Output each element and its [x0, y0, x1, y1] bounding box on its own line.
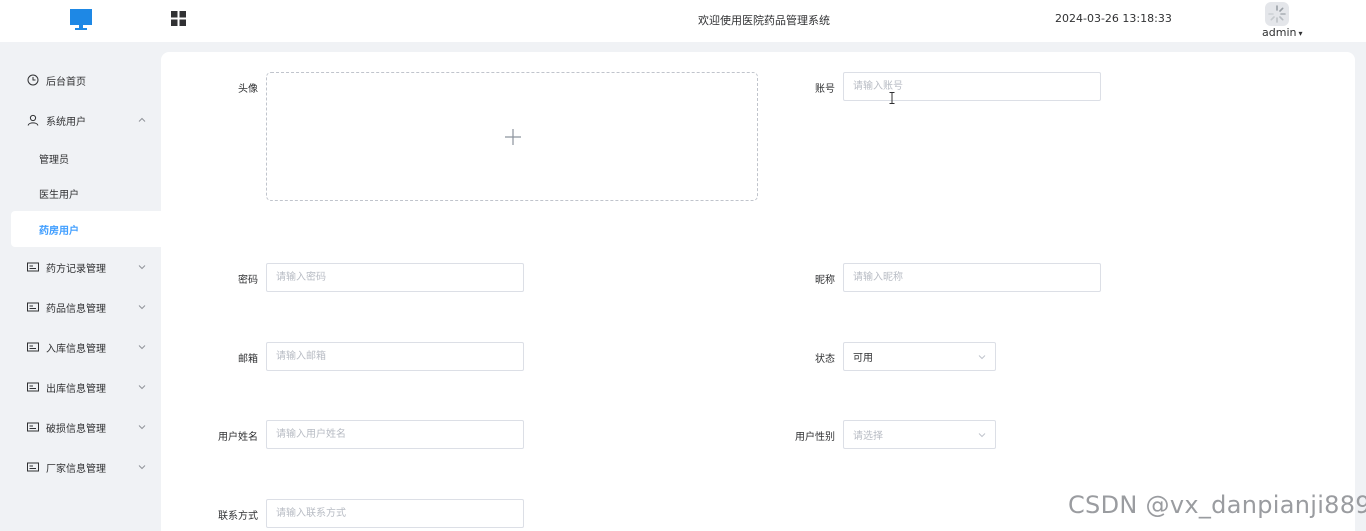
loading-icon [1268, 5, 1286, 23]
plus-icon [505, 129, 521, 145]
avatar-uploader[interactable] [266, 72, 758, 201]
text-cursor-icon [889, 92, 895, 104]
avatar-label: 头像 [238, 84, 258, 95]
sidebar-subitem-label: 管理员 [39, 154, 69, 166]
sidebar-subitem-admins[interactable]: 管理员 [0, 140, 161, 176]
chevron-up-icon [138, 117, 146, 122]
card-icon [27, 422, 39, 432]
sidebar: 后台首页 系统用户 管理员 医生用户 药房用户 药方记录管理 药品信息管理 入库… [0, 42, 161, 531]
watermark: CSDN @vx_danpianji889 [1068, 491, 1366, 519]
user-menu[interactable]: admin ▾ [1262, 26, 1302, 39]
user-form: 头像 账号 密码 昵称 邮箱 状态 可用 用户姓名 用户性别 请选择 联系方式 [161, 52, 1355, 531]
sidebar-subitem-label: 医生用户 [39, 189, 79, 201]
sidebar-item-stock-out[interactable]: 出库信息管理 [0, 369, 161, 405]
caret-down-icon: ▾ [1298, 29, 1303, 38]
account-label: 账号 [815, 84, 835, 95]
email-input[interactable] [266, 342, 524, 371]
sidebar-item-label: 破损信息管理 [46, 423, 106, 435]
account-input[interactable] [843, 72, 1101, 101]
sidebar-item-home[interactable]: 后台首页 [0, 62, 161, 98]
chevron-down-icon [138, 345, 146, 350]
card-icon [27, 302, 39, 312]
sidebar-item-label: 厂家信息管理 [46, 463, 106, 475]
sidebar-subitem-label: 药房用户 [39, 225, 79, 237]
email-label: 邮箱 [238, 354, 258, 365]
current-datetime: 2024-03-26 13:18:33 [1055, 12, 1172, 25]
status-label: 状态 [815, 354, 835, 365]
avatar[interactable] [1265, 2, 1289, 26]
sidebar-item-drugs[interactable]: 药品信息管理 [0, 289, 161, 325]
chevron-down-icon [138, 265, 146, 270]
status-select[interactable]: 可用 [843, 342, 996, 371]
sidebar-item-manufacturers[interactable]: 厂家信息管理 [0, 449, 161, 485]
username: admin [1262, 26, 1297, 39]
real-name-label: 用户姓名 [218, 432, 258, 443]
sidebar-subitem-doctors[interactable]: 医生用户 [0, 175, 161, 211]
sidebar-item-stock-in[interactable]: 入库信息管理 [0, 329, 161, 365]
sidebar-item-damage[interactable]: 破损信息管理 [0, 409, 161, 445]
clock-icon [27, 74, 39, 86]
chevron-down-icon [978, 355, 986, 360]
nickname-input[interactable] [843, 263, 1101, 292]
chevron-down-icon [978, 433, 986, 438]
nickname-label: 昵称 [815, 275, 835, 286]
chevron-down-icon [138, 425, 146, 430]
chevron-down-icon [138, 465, 146, 470]
status-value: 可用 [853, 353, 873, 364]
contact-input[interactable] [266, 499, 524, 528]
sidebar-item-label: 药品信息管理 [46, 303, 106, 315]
top-header: 欢迎使用医院药品管理系统 2024-03-26 13:18:33 admin ▾ [0, 0, 1366, 42]
password-label: 密码 [238, 275, 258, 286]
sidebar-item-system-users[interactable]: 系统用户 [0, 102, 161, 138]
card-icon [27, 342, 39, 352]
contact-label: 联系方式 [218, 511, 258, 522]
password-input[interactable] [266, 263, 524, 292]
sidebar-item-prescriptions[interactable]: 药方记录管理 [0, 249, 161, 285]
sidebar-item-label: 出库信息管理 [46, 383, 106, 395]
sidebar-item-label: 系统用户 [46, 116, 86, 128]
gender-select[interactable]: 请选择 [843, 420, 996, 449]
sidebar-item-label: 入库信息管理 [46, 343, 106, 355]
chevron-down-icon [138, 305, 146, 310]
real-name-input[interactable] [266, 420, 524, 449]
sidebar-item-label: 后台首页 [46, 76, 86, 88]
sidebar-item-label: 药方记录管理 [46, 263, 106, 275]
sidebar-subitem-pharmacy[interactable]: 药房用户 [11, 211, 161, 247]
user-icon [27, 114, 39, 126]
card-icon [27, 462, 39, 472]
card-icon [27, 262, 39, 272]
gender-label: 用户性别 [795, 432, 835, 443]
gender-placeholder: 请选择 [853, 431, 883, 442]
card-icon [27, 382, 39, 392]
chevron-down-icon [138, 385, 146, 390]
